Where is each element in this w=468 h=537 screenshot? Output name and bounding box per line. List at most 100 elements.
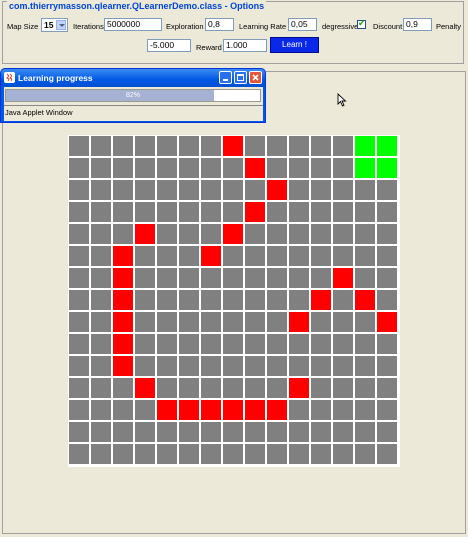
grid-cell[interactable] [377, 444, 397, 464]
wall-cell[interactable] [223, 136, 243, 156]
grid-cell[interactable] [179, 158, 199, 178]
grid-cell[interactable] [223, 356, 243, 376]
wall-cell[interactable] [113, 246, 133, 266]
grid-cell[interactable] [69, 312, 89, 332]
grid-cell[interactable] [91, 378, 111, 398]
grid-cell[interactable] [223, 444, 243, 464]
grid-cell[interactable] [91, 356, 111, 376]
grid-cell[interactable] [157, 290, 177, 310]
grid-cell[interactable] [377, 356, 397, 376]
grid-cell[interactable] [333, 444, 353, 464]
grid-cell[interactable] [267, 224, 287, 244]
grid-cell[interactable] [179, 422, 199, 442]
grid-cell[interactable] [113, 422, 133, 442]
grid-cell[interactable] [311, 422, 331, 442]
grid-cell[interactable] [201, 268, 221, 288]
wall-cell[interactable] [311, 290, 331, 310]
grid-cell[interactable] [245, 444, 265, 464]
wall-cell[interactable] [201, 400, 221, 420]
grid-cell[interactable] [179, 444, 199, 464]
penalty-input[interactable]: -5.000 [147, 39, 191, 52]
grid-cell[interactable] [179, 180, 199, 200]
grid-cell[interactable] [91, 400, 111, 420]
grid-cell[interactable] [245, 312, 265, 332]
grid-cell[interactable] [355, 180, 375, 200]
grid-cell[interactable] [267, 246, 287, 266]
grid-cell[interactable] [377, 334, 397, 354]
grid-cell[interactable] [245, 378, 265, 398]
wall-cell[interactable] [113, 268, 133, 288]
grid-cell[interactable] [223, 378, 243, 398]
grid-cell[interactable] [311, 444, 331, 464]
grid-cell[interactable] [333, 400, 353, 420]
grid-cell[interactable] [311, 312, 331, 332]
grid-cell[interactable] [69, 202, 89, 222]
grid-cell[interactable] [311, 268, 331, 288]
grid-cell[interactable] [377, 246, 397, 266]
grid-cell[interactable] [179, 136, 199, 156]
reward-input[interactable]: 1.000 [223, 39, 267, 52]
grid-cell[interactable] [245, 268, 265, 288]
grid-cell[interactable] [377, 224, 397, 244]
grid-cell[interactable] [377, 290, 397, 310]
grid-cell[interactable] [201, 356, 221, 376]
goal-cell[interactable] [377, 136, 397, 156]
grid-cell[interactable] [113, 158, 133, 178]
exploration-input[interactable]: 0,8 [205, 18, 234, 31]
grid-cell[interactable] [113, 224, 133, 244]
grid-cell[interactable] [355, 422, 375, 442]
grid-cell[interactable] [289, 180, 309, 200]
grid-cell[interactable] [135, 444, 155, 464]
grid-cell[interactable] [135, 136, 155, 156]
wall-cell[interactable] [135, 224, 155, 244]
grid-cell[interactable] [91, 290, 111, 310]
wall-cell[interactable] [113, 334, 133, 354]
grid-cell[interactable] [267, 158, 287, 178]
wall-cell[interactable] [179, 400, 199, 420]
grid-cell[interactable] [157, 136, 177, 156]
grid-cell[interactable] [355, 246, 375, 266]
grid-cell[interactable] [157, 180, 177, 200]
grid-cell[interactable] [157, 268, 177, 288]
grid-cell[interactable] [289, 444, 309, 464]
grid-cell[interactable] [69, 400, 89, 420]
grid-cell[interactable] [201, 180, 221, 200]
goal-cell[interactable] [377, 158, 397, 178]
wall-cell[interactable] [245, 400, 265, 420]
grid-cell[interactable] [311, 224, 331, 244]
grid-cell[interactable] [91, 158, 111, 178]
grid-cell[interactable] [267, 444, 287, 464]
grid-cell[interactable] [245, 290, 265, 310]
grid-cell[interactable] [179, 334, 199, 354]
grid-cell[interactable] [333, 246, 353, 266]
grid-cell[interactable] [91, 422, 111, 442]
grid-cell[interactable] [69, 158, 89, 178]
grid-cell[interactable] [179, 312, 199, 332]
grid-cell[interactable] [157, 356, 177, 376]
grid-cell[interactable] [157, 312, 177, 332]
wall-cell[interactable] [135, 378, 155, 398]
grid-cell[interactable] [267, 356, 287, 376]
grid-cell[interactable] [223, 290, 243, 310]
grid-cell[interactable] [355, 444, 375, 464]
grid-cell[interactable] [245, 180, 265, 200]
wall-cell[interactable] [113, 290, 133, 310]
grid-cell[interactable] [201, 136, 221, 156]
grid-cell[interactable] [223, 158, 243, 178]
grid-cell[interactable] [377, 400, 397, 420]
grid-cell[interactable] [355, 378, 375, 398]
grid-cell[interactable] [179, 356, 199, 376]
wall-cell[interactable] [355, 290, 375, 310]
grid-cell[interactable] [333, 202, 353, 222]
grid-cell[interactable] [377, 422, 397, 442]
minimize-icon[interactable] [219, 71, 232, 84]
grid-cell[interactable] [311, 400, 331, 420]
grid-cell[interactable] [69, 268, 89, 288]
grid-cell[interactable] [179, 378, 199, 398]
grid-cell[interactable] [69, 422, 89, 442]
learning-rate-input[interactable]: 0,05 [288, 18, 317, 31]
grid-cell[interactable] [91, 444, 111, 464]
grid-cell[interactable] [201, 334, 221, 354]
grid-cell[interactable] [289, 158, 309, 178]
grid-cell[interactable] [355, 312, 375, 332]
